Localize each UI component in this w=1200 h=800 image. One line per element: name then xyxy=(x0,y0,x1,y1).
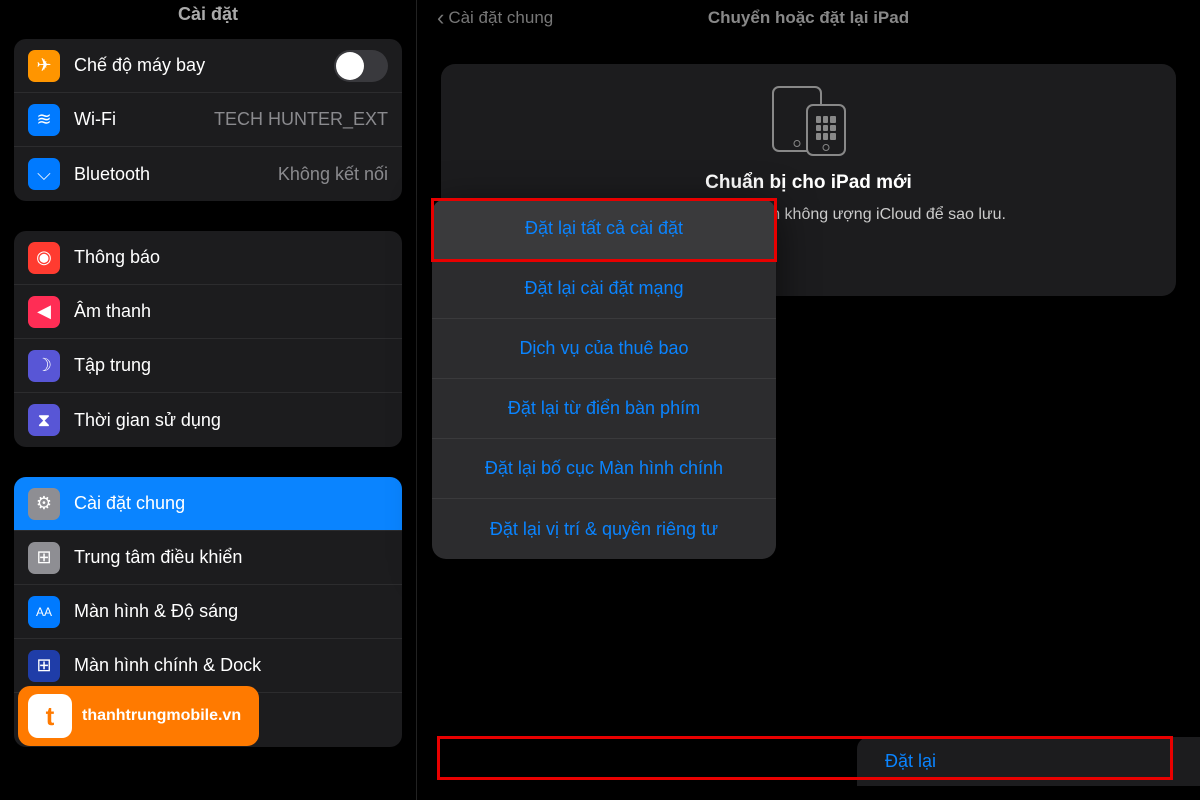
sheet-option-2[interactable]: Dịch vụ của thuê bao xyxy=(432,319,776,379)
sheet-option-3[interactable]: Đặt lại từ điển bàn phím xyxy=(432,379,776,439)
main-header: ‹ Cài đặt chung Chuyển hoặc đặt lại iPad xyxy=(417,0,1200,36)
watermark: t thanhtrungmobile.vn xyxy=(18,686,259,746)
row-label: Chế độ máy bay xyxy=(74,55,334,76)
sheet-option-4[interactable]: Đặt lại bố cục Màn hình chính xyxy=(432,439,776,499)
sidebar-item-m-n-h-nh-ch-nh-dock[interactable]: ⊞ Màn hình chính & Dock xyxy=(14,639,402,693)
sidebar-item-th-i-gian-s-d-ng[interactable]: ⧗ Thời gian sử dụng xyxy=(14,393,402,447)
reset-label: Đặt lại xyxy=(885,751,936,771)
settings-sidebar: Cài đặt ✈ Chế độ máy bay ≋ Wi-FiTECH HUNTER… xyxy=(0,0,416,800)
reset-row[interactable]: Đặt lại xyxy=(857,737,1200,786)
reset-action-sheet: Đặt lại tất cả cài đặtĐặt lại cài đặt mạ… xyxy=(432,199,776,559)
sidebar-item-m-n-h-nh-s-ng[interactable]: AA Màn hình & Độ sáng xyxy=(14,585,402,639)
sidebar-item-c-i-t-chung[interactable]: ⚙ Cài đặt chung xyxy=(14,477,402,531)
row-label: Thông báo xyxy=(74,247,388,268)
sidebar-group-network: ✈ Chế độ máy bay ≋ Wi-FiTECH HUNTER_EXT ⌵ Blu… xyxy=(14,39,402,201)
row-label: Màn hình & Độ sáng xyxy=(74,601,388,622)
row-label: Wi-Fi xyxy=(74,109,214,130)
row-value: Không kết nối xyxy=(278,164,388,185)
watermark-text: thanhtrungmobile.vn xyxy=(82,707,241,725)
row-label: Trung tâm điều khiển xyxy=(74,547,388,568)
sheet-option-0[interactable]: Đặt lại tất cả cài đặt xyxy=(432,199,776,259)
page-title: Chuyển hoặc đặt lại iPad xyxy=(708,8,909,28)
row-icon: AA xyxy=(28,596,60,628)
airplane-toggle[interactable] xyxy=(334,50,388,82)
sidebar-item-bluetooth[interactable]: ⌵ BluetoothKhông kết nối xyxy=(14,147,402,201)
sidebar-item-t-p-trung[interactable]: ☽ Tập trung xyxy=(14,339,402,393)
sidebar-item-th-ng-b-o[interactable]: ◉ Thông báo xyxy=(14,231,402,285)
row-icon: ⌵ xyxy=(28,158,60,190)
row-value: TECH HUNTER_EXT xyxy=(214,109,388,130)
back-label: Cài đặt chung xyxy=(448,8,553,28)
row-icon: ⚙ xyxy=(28,488,60,520)
row-label: Bluetooth xyxy=(74,164,278,185)
devices-icon xyxy=(469,86,1148,156)
row-icon: ✈ xyxy=(28,50,60,82)
row-label: Thời gian sử dụng xyxy=(74,410,388,431)
row-label: Tập trung xyxy=(74,355,388,376)
watermark-icon: t xyxy=(28,694,72,738)
sidebar-group-alerts: ◉ Thông báo ◀ Âm thanh ☽ Tập trung ⧗ Thời gian … xyxy=(14,231,402,447)
sidebar-item-ch-m-y-bay[interactable]: ✈ Chế độ máy bay xyxy=(14,39,402,93)
sidebar-item-trung-t-m-i-u-khi-n[interactable]: ⊞ Trung tâm điều khiển xyxy=(14,531,402,585)
sidebar-item--m-thanh[interactable]: ◀ Âm thanh xyxy=(14,285,402,339)
chevron-left-icon: ‹ xyxy=(437,5,444,31)
row-label: Cài đặt chung xyxy=(74,493,388,514)
row-icon: ☽ xyxy=(28,350,60,382)
back-button[interactable]: ‹ Cài đặt chung xyxy=(437,5,553,31)
sidebar-item-wi-fi[interactable]: ≋ Wi-FiTECH HUNTER_EXT xyxy=(14,93,402,147)
row-icon: ◀ xyxy=(28,296,60,328)
row-icon: ⊞ xyxy=(28,650,60,682)
sidebar-title: Cài đặt xyxy=(14,0,402,39)
row-label: Âm thanh xyxy=(74,301,388,322)
sheet-option-5[interactable]: Đặt lại vị trí & quyền riêng tư xyxy=(432,499,776,559)
row-icon: ⧗ xyxy=(28,404,60,436)
card-title: Chuẩn bị cho iPad mới xyxy=(469,172,1148,194)
row-icon: ◉ xyxy=(28,242,60,274)
sheet-option-1[interactable]: Đặt lại cài đặt mạng xyxy=(432,259,776,319)
row-icon: ≋ xyxy=(28,104,60,136)
row-label: Màn hình chính & Dock xyxy=(74,655,388,676)
row-icon: ⊞ xyxy=(28,542,60,574)
